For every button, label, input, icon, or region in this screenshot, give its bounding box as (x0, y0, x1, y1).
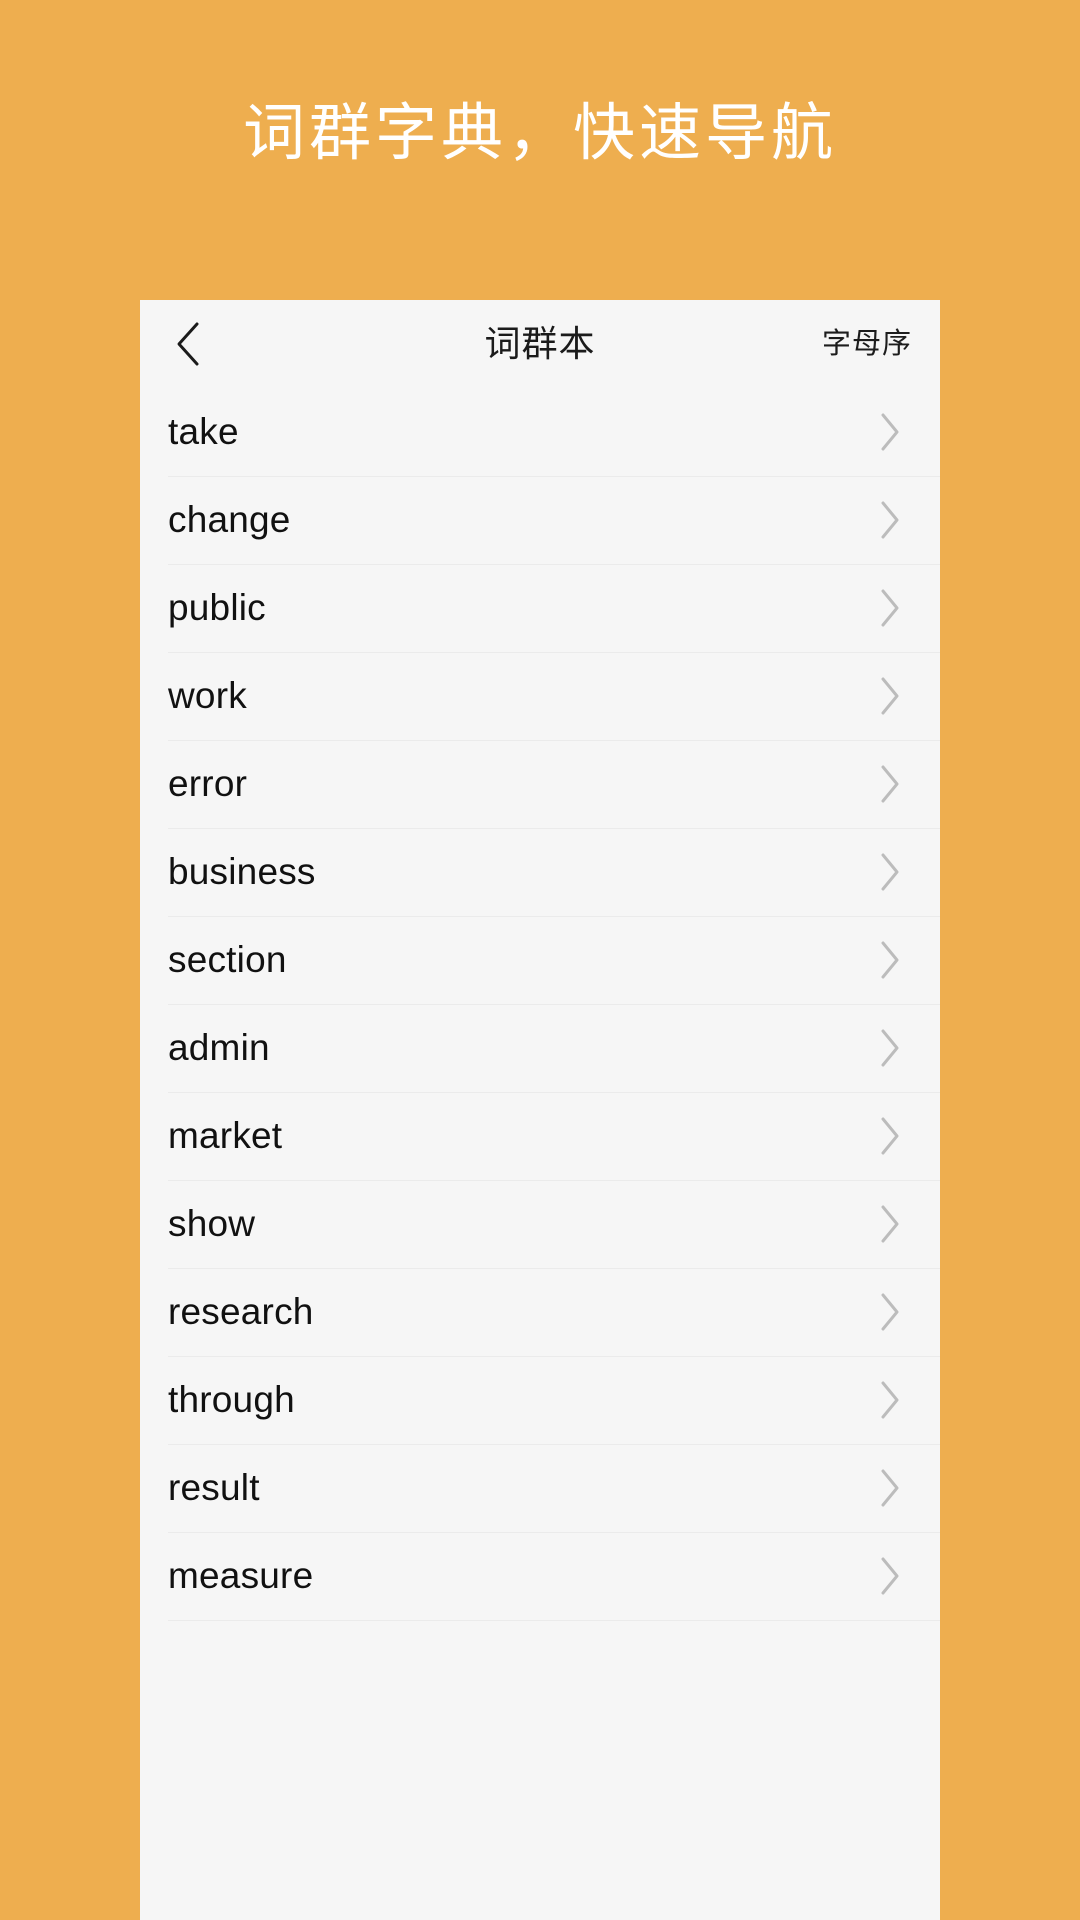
chevron-right-icon (854, 1380, 926, 1420)
promo-headline: 词群字典，快速导航 (242, 99, 837, 168)
promo-screen: 词群字典，快速导航 词群本 字母序 take change public work er… (0, 0, 1080, 1920)
list-item[interactable]: measure (140, 1532, 940, 1620)
word-label: show (168, 1203, 256, 1244)
chevron-right-icon (854, 1468, 926, 1508)
back-button[interactable] (140, 300, 236, 388)
chevron-right-icon (854, 676, 926, 716)
chevron-right-icon (854, 412, 926, 452)
word-label: business (168, 851, 316, 892)
word-label: through (168, 1379, 295, 1420)
word-label: error (168, 763, 248, 804)
word-label: research (168, 1291, 314, 1332)
word-label: measure (168, 1555, 314, 1596)
list-item[interactable]: market (140, 1092, 940, 1180)
word-label: result (168, 1467, 260, 1508)
list-item[interactable]: change (140, 476, 940, 564)
list-item[interactable] (140, 1620, 940, 1708)
list-item[interactable]: show (140, 1180, 940, 1268)
chevron-right-icon (854, 1204, 926, 1244)
app-screenshot-card: 词群本 字母序 take change public work error busines… (140, 300, 940, 1920)
word-label: change (168, 499, 291, 540)
list-item[interactable]: through (140, 1356, 940, 1444)
word-label: admin (168, 1027, 270, 1068)
list-item[interactable]: admin (140, 1004, 940, 1092)
word-label: section (168, 939, 287, 980)
list-item[interactable]: take (140, 388, 940, 476)
page-title: 词群本 (484, 323, 596, 364)
list-item[interactable]: error (140, 740, 940, 828)
chevron-right-icon (854, 1292, 926, 1332)
chevron-right-icon (854, 588, 926, 628)
chevron-right-icon (854, 500, 926, 540)
chevron-right-icon (854, 764, 926, 804)
list-item[interactable]: business (140, 828, 940, 916)
list-item[interactable]: result (140, 1444, 940, 1532)
word-label: market (168, 1115, 283, 1156)
list-item[interactable]: work (140, 652, 940, 740)
word-label: public (168, 587, 266, 628)
word-label: take (168, 411, 239, 452)
list-item[interactable]: research (140, 1268, 940, 1356)
chevron-right-icon (854, 852, 926, 892)
navigation-bar: 词群本 字母序 (140, 300, 940, 388)
word-label: work (168, 675, 247, 716)
chevron-right-icon (854, 1028, 926, 1068)
word-group-list[interactable]: take change public work error business section… (140, 388, 940, 1708)
list-item[interactable]: public (140, 564, 940, 652)
chevron-right-icon (854, 1556, 926, 1596)
sort-order-button[interactable]: 字母序 (822, 300, 912, 388)
list-item[interactable]: section (140, 916, 940, 1004)
chevron-right-icon (854, 1116, 926, 1156)
chevron-left-icon (175, 321, 201, 367)
chevron-right-icon (854, 940, 926, 980)
